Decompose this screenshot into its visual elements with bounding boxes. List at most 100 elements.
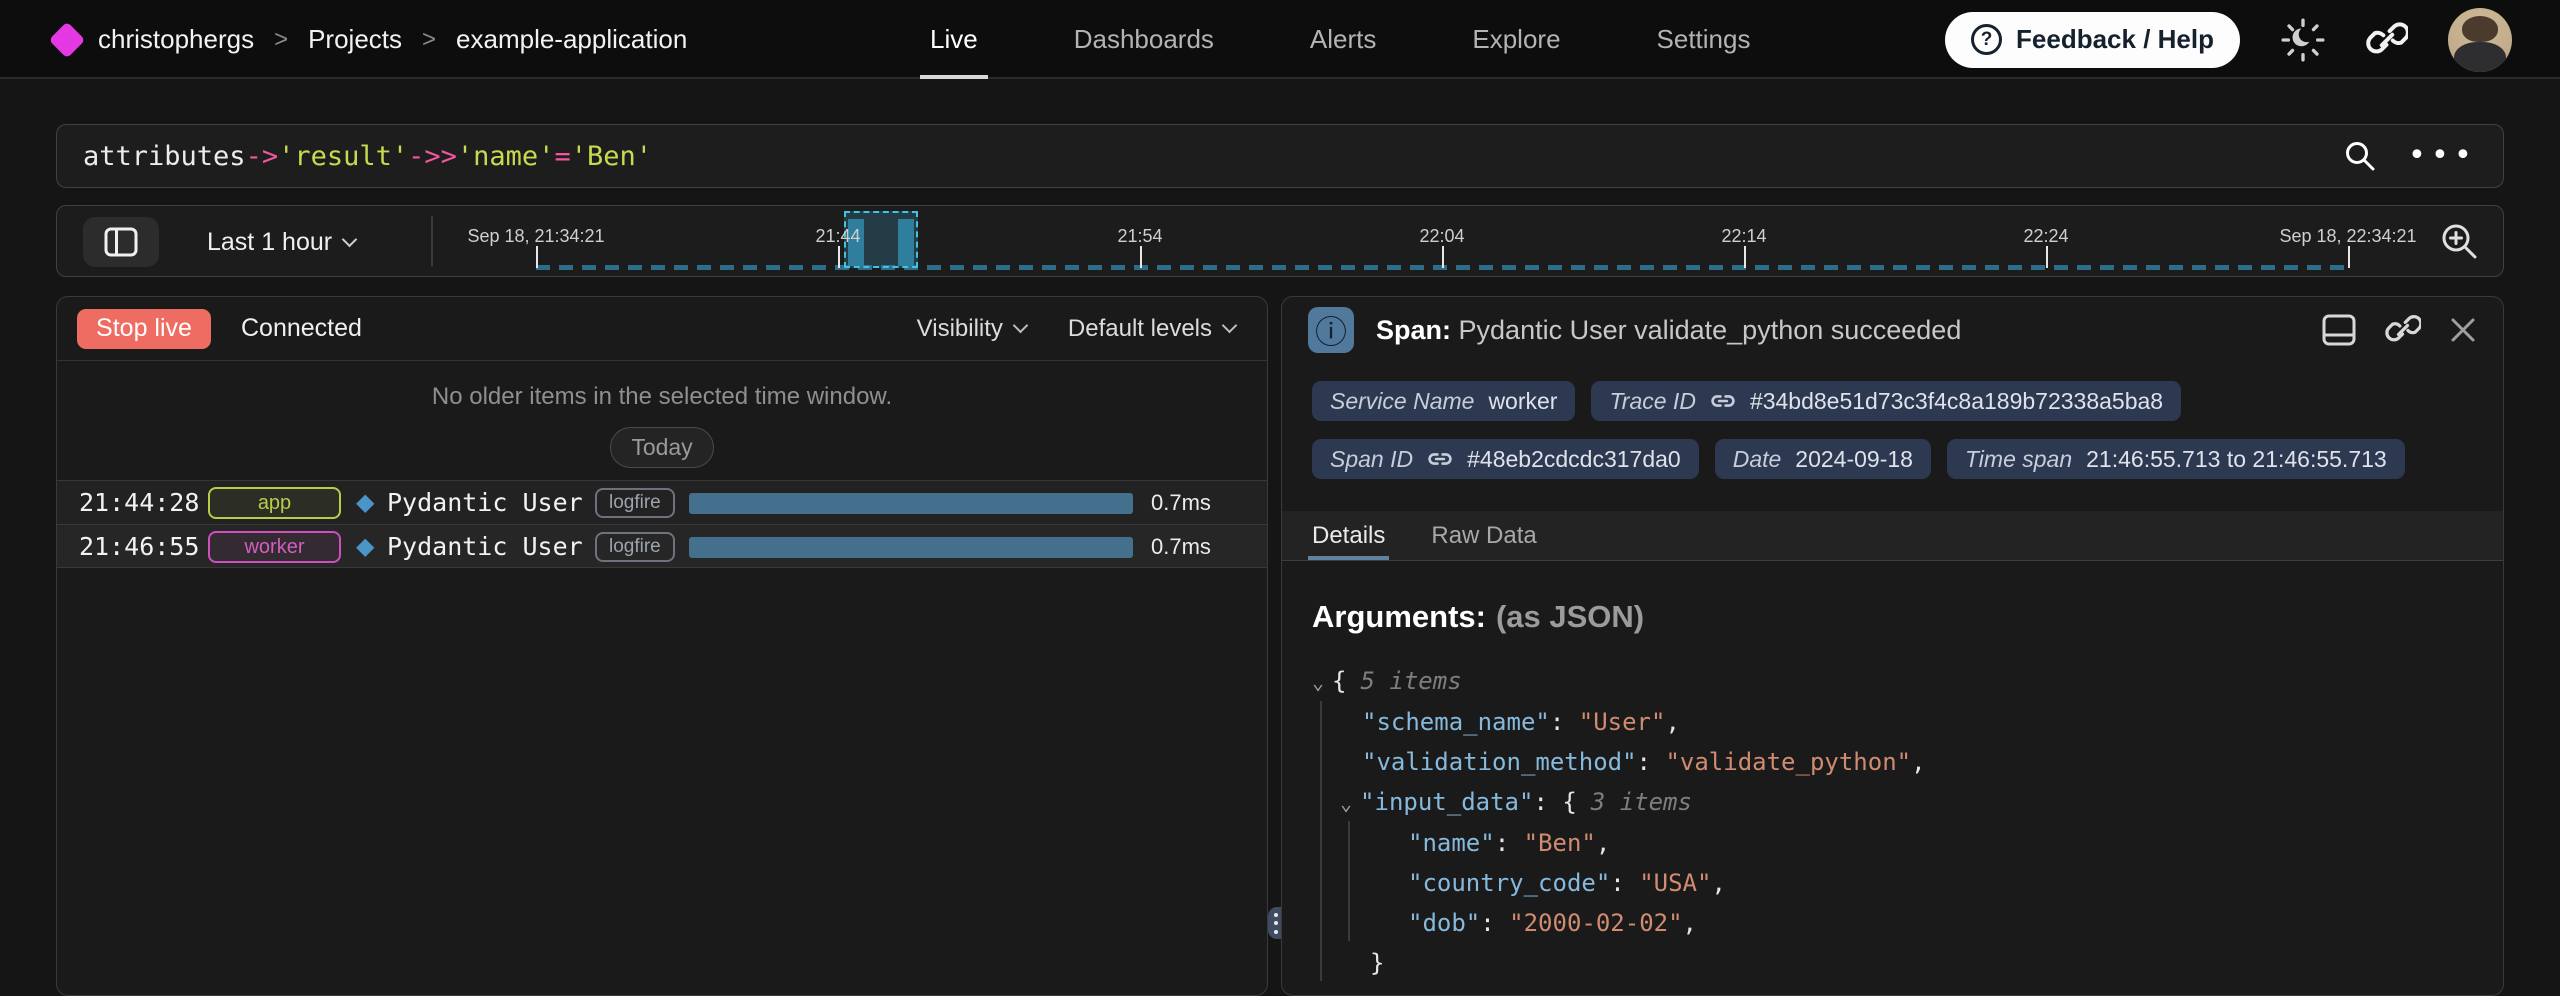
service-badge-worker: worker [208, 531, 341, 563]
close-icon[interactable] [2449, 316, 2477, 344]
trace-id-badge[interactable]: Trace ID #34bd8e51d73c3f4c8a189b72338a5b… [1591, 381, 2181, 421]
timeline-tick-mark [2046, 246, 2048, 268]
link-icon[interactable] [1427, 446, 1453, 472]
timeline-tick-mark [536, 246, 538, 268]
json-key: "schema_name" [1362, 708, 1550, 736]
service-name-badge: Service Name worker [1312, 381, 1575, 421]
collapse-caret-icon[interactable]: ⌄ [1340, 791, 1352, 815]
indent-guide [1320, 701, 1322, 981]
nav-tab-explore[interactable]: Explore [1472, 0, 1560, 79]
feedback-help-button[interactable]: ? Feedback / Help [1945, 12, 2240, 68]
json-colon: : [1610, 869, 1624, 897]
link-icon[interactable] [1710, 388, 1736, 414]
json-comma: , [1711, 869, 1725, 897]
timeline-tick-mark [1744, 246, 1746, 268]
connection-status: Connected [241, 314, 362, 343]
user-avatar[interactable] [2448, 8, 2512, 72]
today-pill[interactable]: Today [610, 427, 713, 468]
detail-content: Arguments:(as JSON) ⌄{5 items "schema_na… [1312, 561, 2473, 995]
json-line: "country_code": "USA", [1312, 863, 2473, 903]
json-brace: { [1332, 667, 1346, 695]
scope-badge-logfire: logfire [595, 532, 675, 562]
log-rows: 21:44:28 app ◆ Pydantic User logfire 0.7… [57, 480, 1267, 568]
badge-label: Date [1733, 446, 1782, 473]
query-input[interactable]: attributes->'result'->>'name' = 'Ben' ••… [56, 124, 2504, 188]
span-detail-header: ⓘ Span: Pydantic User validate_python su… [1282, 297, 2503, 363]
timeline-tick-label: 22:24 [2023, 226, 2068, 247]
span-title-text: Pydantic User validate_python succeeded [1459, 315, 1962, 345]
timeline-zoom-in-icon[interactable] [2437, 219, 2483, 265]
badge-label: Trace ID [1609, 388, 1695, 415]
chevron-down-icon [1222, 318, 1238, 334]
panel-layout-icon[interactable] [2321, 313, 2357, 347]
live-list-header: Stop live Connected Visibility Default l… [57, 297, 1267, 361]
span-metadata-badges: Service Name worker Trace ID #34bd8e51d7… [1282, 381, 2503, 479]
collapse-caret-icon[interactable]: ⌄ [1312, 670, 1324, 694]
timeline-tick-mark [2348, 246, 2350, 268]
json-value: "validate_python" [1665, 748, 1911, 776]
row-timestamp: 21:44:28 [79, 481, 199, 525]
json-item-count: 5 items [1361, 667, 1462, 695]
query-token: ->> [408, 141, 457, 172]
nav-tab-dashboards[interactable]: Dashboards [1074, 0, 1214, 79]
breadcrumb-projects[interactable]: Projects [308, 24, 402, 55]
json-key: "country_code" [1408, 869, 1610, 897]
duration-bar [689, 537, 1133, 558]
log-row[interactable]: 21:44:28 app ◆ Pydantic User logfire 0.7… [57, 480, 1267, 524]
breadcrumb-project-name[interactable]: example-application [456, 24, 687, 55]
visibility-dropdown[interactable]: Visibility [917, 315, 1026, 343]
default-levels-label: Default levels [1068, 315, 1212, 343]
date-badge: Date 2024-09-18 [1715, 439, 1931, 479]
default-levels-dropdown[interactable]: Default levels [1068, 315, 1235, 343]
span-id-badge[interactable]: Span ID #48eb2cdcdc317da0 [1312, 439, 1699, 479]
visibility-label: Visibility [917, 315, 1003, 343]
nav-tab-live[interactable]: Live [930, 0, 978, 79]
stop-live-button[interactable]: Stop live [77, 309, 211, 349]
copy-link-icon[interactable] [2385, 312, 2421, 348]
main-nav: Live Dashboards Alerts Explore Settings [930, 0, 1750, 79]
json-item-count: 3 items [1591, 788, 1692, 816]
scope-badge-logfire: logfire [595, 488, 675, 518]
row-duration: 0.7ms [1151, 481, 1211, 525]
log-row[interactable]: 21:46:55 worker ◆ Pydantic User logfire … [57, 524, 1267, 568]
question-circle-icon: ? [1971, 24, 2002, 55]
share-link-icon[interactable] [2366, 19, 2408, 61]
info-icon: ⓘ [1308, 307, 1354, 353]
breadcrumb-org[interactable]: christophergs [98, 24, 254, 55]
json-brace: { [1562, 788, 1576, 816]
nav-tab-settings[interactable]: Settings [1657, 0, 1751, 79]
indent-guide [1348, 821, 1350, 941]
logfire-logo-diamond-icon[interactable] [49, 22, 86, 59]
timeline-track[interactable]: Sep 18, 21:34:2121:4421:5422:0422:1422:2… [57, 206, 2503, 276]
json-comma: , [1683, 909, 1697, 937]
json-colon: : [1637, 748, 1651, 776]
json-key: "input_data" [1360, 788, 1533, 816]
theme-toggle-icon[interactable] [2280, 17, 2326, 63]
span-detail-panel: ⓘ Span: Pydantic User validate_python su… [1281, 296, 2504, 996]
json-line: "dob": "2000-02-02", [1312, 903, 2473, 943]
timeline-tick-label: Sep 18, 22:34:21 [2279, 226, 2416, 247]
timeline-tick-label: 22:04 [1419, 226, 1464, 247]
json-comma: , [1596, 829, 1610, 857]
span-name: Pydantic User [387, 481, 583, 525]
nav-tab-alerts[interactable]: Alerts [1310, 0, 1376, 79]
search-icon[interactable] [2342, 138, 2378, 174]
live-list-panel: Stop live Connected Visibility Default l… [56, 296, 1268, 996]
chevron-right-icon: > [422, 26, 436, 54]
badge-value: worker [1488, 388, 1557, 415]
json-line: ⌄"input_data": {3 items [1312, 782, 2473, 823]
query-more-menu-icon[interactable]: ••• [2408, 141, 2477, 171]
top-bar: christophergs > Projects > example-appli… [0, 0, 2560, 79]
tab-details[interactable]: Details [1312, 511, 1385, 560]
tab-raw-data[interactable]: Raw Data [1431, 511, 1536, 560]
span-diamond-icon: ◆ [356, 481, 374, 525]
chevron-right-icon: > [274, 26, 288, 54]
json-value: "User" [1579, 708, 1666, 736]
json-value: "Ben" [1524, 829, 1596, 857]
span-diamond-icon: ◆ [356, 525, 374, 569]
timeline-tick-label: 21:44 [815, 226, 860, 247]
json-value: "USA" [1639, 869, 1711, 897]
json-brace: } [1370, 949, 1384, 977]
chevron-down-icon [1013, 318, 1029, 334]
query-token: attributes [83, 141, 246, 172]
